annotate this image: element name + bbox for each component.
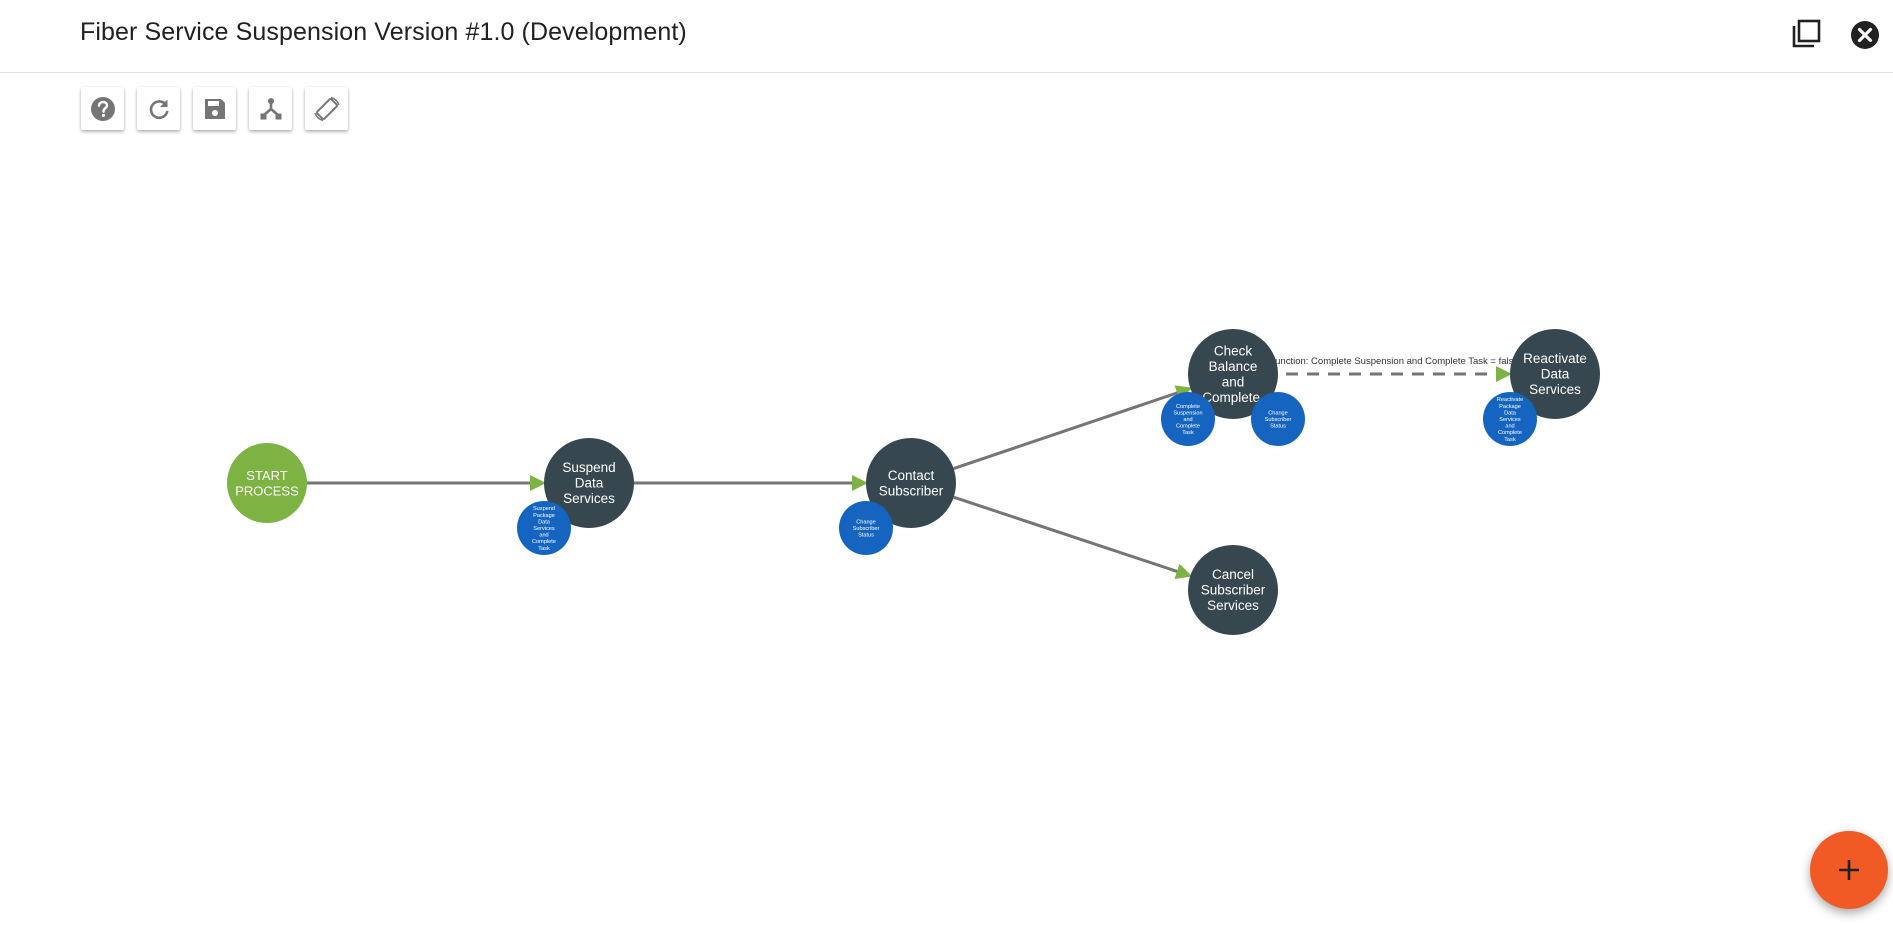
node-label-line: Package xyxy=(533,513,555,519)
node-label-line: Task xyxy=(1504,437,1516,443)
node-label-line: Status xyxy=(858,533,874,539)
node-label-line: and xyxy=(539,533,548,539)
node-label-line: Task xyxy=(538,546,550,552)
node-label-line: Subscriber xyxy=(1201,583,1266,598)
task-t4[interactable]: ChangeSubscriberStatus xyxy=(1251,392,1305,446)
node-label-line: Suspension xyxy=(1173,410,1202,416)
node-label-line: Suspend xyxy=(533,506,555,512)
edge-start-to-suspend[interactable] xyxy=(307,475,546,491)
edge-label: Function: Complete Suspension and Comple… xyxy=(1269,356,1518,367)
node-label-line: and xyxy=(1183,417,1192,423)
node-label-line: Complete xyxy=(1176,424,1200,430)
node-label-line: Balance xyxy=(1209,359,1258,374)
edge-arrowhead xyxy=(530,475,546,491)
node-label-line: Package xyxy=(1499,404,1521,410)
node-label-line: Task xyxy=(1182,430,1194,436)
edge-suspend-to-contact[interactable] xyxy=(634,475,868,491)
node-label-line: Services xyxy=(533,526,555,532)
node-label-line: Contact xyxy=(888,468,935,483)
task-t2[interactable]: ChangeSubscriberStatus xyxy=(839,501,893,555)
node-label-line: Suspend xyxy=(562,460,615,475)
plus-icon xyxy=(1839,860,1859,880)
node-label-line: Complete. xyxy=(1202,390,1264,405)
node-cancel[interactable]: CancelSubscriberServices xyxy=(1188,545,1278,635)
edge-arrowhead xyxy=(1174,563,1193,579)
edge-check-to-reactivate[interactable]: Function: Complete Suspension and Comple… xyxy=(1269,356,1519,382)
node-label-line: and xyxy=(1505,424,1514,430)
edge-arrowhead xyxy=(852,475,868,491)
node-label-line: Change xyxy=(1268,410,1288,416)
node-label-line: Reactivate xyxy=(1497,397,1523,403)
node-label-line: START xyxy=(246,468,287,483)
node-label-line: Services xyxy=(1529,382,1581,397)
node-label-line: Subscriber xyxy=(853,526,880,532)
node-label-line: and xyxy=(1222,374,1245,389)
node-label-line: PROCESS xyxy=(235,483,299,498)
node-label-line: Subscriber xyxy=(879,483,944,498)
node-label-line: Services xyxy=(1207,598,1259,613)
task-t3[interactable]: CompleteSuspensionandCompleteTask xyxy=(1161,392,1215,446)
node-label-line: Cancel xyxy=(1212,567,1254,582)
node-label-line: Complete xyxy=(1176,404,1200,410)
node-label-line: Services xyxy=(1499,417,1521,423)
task-t5[interactable]: ReactivatePackageDataServicesandComplete… xyxy=(1483,392,1537,446)
node-label-line: Data xyxy=(538,519,551,525)
edge-line[interactable] xyxy=(953,389,1184,470)
node-label-line: Status xyxy=(1270,424,1286,430)
task-t1[interactable]: SuspendPackageDataServicesandCompleteTas… xyxy=(517,501,571,555)
edge-contact-to-check[interactable] xyxy=(953,385,1193,470)
node-label-line: Services xyxy=(563,491,615,506)
node-label-line: Data xyxy=(1504,410,1517,416)
edge-contact-to-cancel[interactable] xyxy=(953,495,1193,579)
node-label-line: Change xyxy=(856,519,876,525)
node-label-line: Check xyxy=(1214,343,1253,358)
node-label-line: Data xyxy=(575,476,604,491)
node-label-line: Complete xyxy=(1498,430,1522,436)
edge-arrowhead xyxy=(1496,366,1512,382)
node-label-line: Data xyxy=(1541,367,1570,382)
edge-line[interactable] xyxy=(953,495,1184,575)
node-start[interactable]: STARTPROCESS xyxy=(227,443,307,523)
node-label-line: Reactivate xyxy=(1523,351,1587,366)
add-button[interactable] xyxy=(1810,831,1888,909)
process-diagram: Function: Complete Suspension and Comple… xyxy=(227,329,1600,635)
node-label-line: Subscriber xyxy=(1265,417,1292,423)
node-label-line: Complete xyxy=(532,539,556,545)
